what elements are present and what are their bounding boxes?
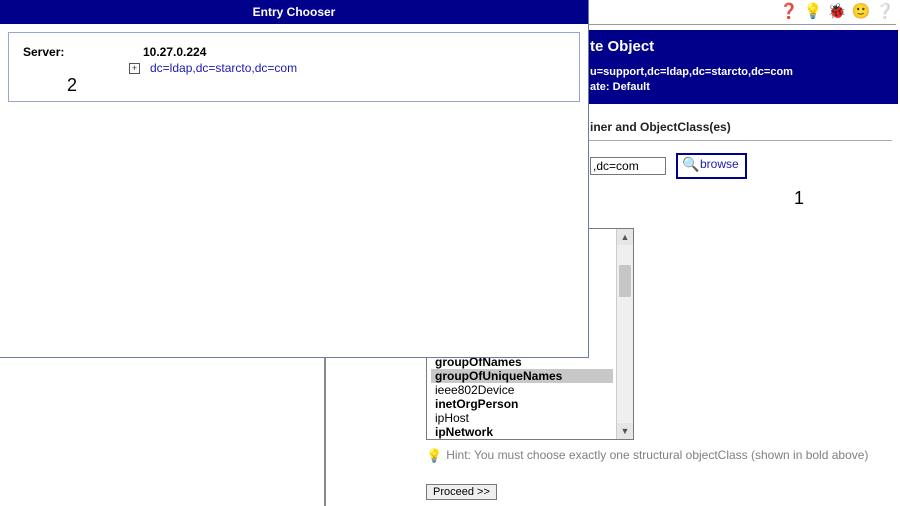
entry-chooser-popup: Entry Chooser Server: 10.27.0.224 + dc=l… — [0, 0, 589, 358]
scroll-down-icon[interactable]: ▼ — [617, 423, 633, 439]
server-label: Server: — [23, 45, 103, 59]
lightbulb-icon[interactable]: 💡 — [804, 2, 822, 20]
create-object-title: te Object — [590, 38, 886, 55]
container-input[interactable] — [590, 157, 666, 175]
annotation-2: 2 — [67, 75, 77, 96]
create-object-container-line: u=support,dc=ldap,dc=starcto,dc=com — [590, 65, 886, 80]
server-ip: 10.27.0.224 — [143, 45, 206, 59]
hint-text: Hint: You must choose exactly one struct… — [446, 448, 868, 464]
info-icon[interactable]: ❔ — [876, 2, 894, 20]
scroll-thumb[interactable] — [619, 265, 631, 297]
list-item[interactable]: ipHost — [431, 411, 613, 425]
lightbulb-icon: 💡 — [426, 448, 442, 465]
browse-link[interactable]: browse — [700, 158, 739, 171]
template-label: ate: — [590, 81, 610, 93]
expand-icon[interactable]: + — [129, 63, 140, 74]
create-object-template-line: ate: Default — [590, 80, 886, 95]
hint-row: 💡 Hint: You must choose exactly one stru… — [426, 448, 890, 465]
help-icon[interactable]: ❓ — [780, 2, 798, 20]
proceed-button[interactable]: Proceed >> — [426, 484, 497, 500]
popup-title: Entry Chooser — [0, 0, 588, 24]
scrollbar[interactable]: ▲ ▼ — [616, 229, 633, 439]
browse-region: 🔍 browse — [676, 153, 747, 179]
search-icon: 🔍 — [682, 157, 698, 173]
smiley-icon[interactable]: 🙂 — [852, 2, 870, 20]
list-item[interactable]: inetOrgPerson — [431, 397, 613, 411]
annotation-1: 1 — [794, 188, 804, 209]
base-dn-link[interactable]: dc=ldap,dc=starcto,dc=com — [150, 61, 297, 75]
list-item[interactable]: groupOfUniqueNames — [431, 369, 613, 383]
scroll-up-icon[interactable]: ▲ — [617, 229, 633, 245]
bug-icon[interactable]: 🐞 — [828, 2, 846, 20]
template-value: Default — [613, 81, 650, 93]
list-item[interactable]: ieee802Device — [431, 383, 613, 397]
list-item[interactable]: ipNetwork — [431, 425, 613, 439]
